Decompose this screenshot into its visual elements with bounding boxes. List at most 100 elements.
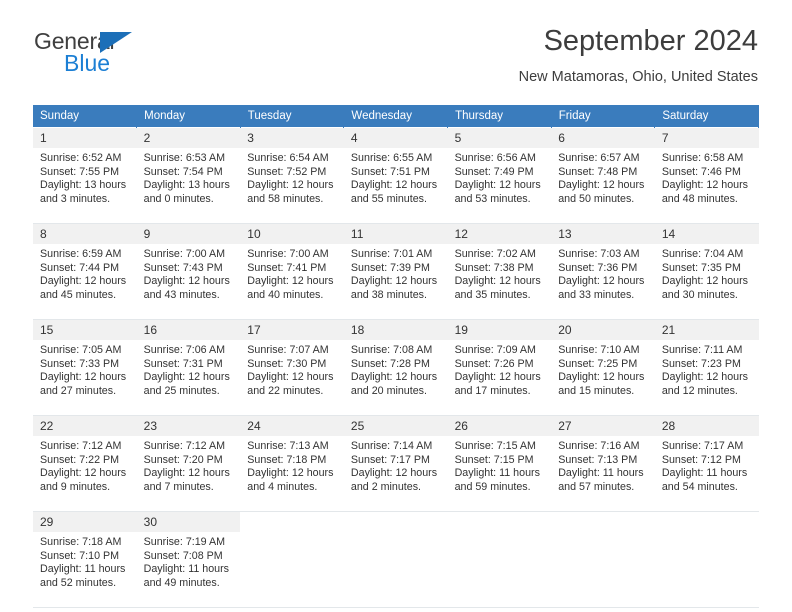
day-daylight-text: Daylight: 13 hours (143, 179, 230, 192)
day-cell[interactable]: Sunrise: 7:06 AM Sunset: 7:31 PM Daylight:… (136, 340, 241, 410)
day-number[interactable]: 7 (654, 127, 759, 148)
day-sunset-text: Sunset: 7:54 PM (143, 165, 223, 178)
day-number[interactable]: 28 (654, 415, 759, 436)
day-number[interactable]: 21 (654, 319, 759, 340)
day-number[interactable]: 10 (240, 223, 344, 244)
day-cell[interactable]: Sunrise: 7:12 AM Sunset: 7:22 PM Daylight:… (33, 436, 137, 506)
day-sunrise-text: Sunrise: 7:05 AM (40, 344, 122, 356)
day-cell[interactable]: Sunrise: 7:09 AM Sunset: 7:26 PM Daylight:… (447, 340, 552, 410)
day-daylight-text: Daylight: 12 hours (247, 467, 334, 480)
day-cell[interactable]: Sunrise: 6:53 AM Sunset: 7:54 PM Daylight:… (136, 148, 241, 218)
day-sunset-text: Sunset: 7:17 PM (350, 453, 430, 466)
day-number[interactable]: 22 (33, 415, 137, 436)
day-daylight-text: and 25 minutes. (143, 384, 220, 397)
day-number[interactable]: 13 (551, 223, 655, 244)
general-blue-logo[interactable]: General Blue (34, 30, 234, 82)
day-cell[interactable]: Sunrise: 7:04 AM Sunset: 7:35 PM Daylight:… (654, 244, 759, 314)
day-number[interactable]: 5 (447, 127, 552, 148)
day-cell-empty (343, 532, 448, 602)
day-sunrise-text: Sunrise: 7:18 AM (40, 536, 122, 548)
day-sunrise-text: Sunrise: 7:14 AM (350, 440, 433, 452)
day-cell[interactable]: Sunrise: 7:03 AM Sunset: 7:36 PM Daylight:… (551, 244, 655, 314)
day-number[interactable]: 8 (33, 223, 137, 244)
day-daylight-text: Daylight: 12 hours (454, 275, 541, 288)
day-sunset-text: Sunset: 7:12 PM (661, 453, 741, 466)
day-number[interactable]: 14 (654, 223, 759, 244)
day-sunset-text: Sunset: 7:15 PM (454, 453, 534, 466)
day-sunset-text: Sunset: 7:31 PM (143, 357, 223, 370)
day-cell[interactable]: Sunrise: 7:19 AM Sunset: 7:08 PM Daylight:… (136, 532, 241, 602)
day-cell[interactable]: Sunrise: 7:17 AM Sunset: 7:12 PM Daylight:… (654, 436, 759, 506)
day-sunset-text: Sunset: 7:13 PM (558, 453, 638, 466)
day-daylight-text: and 38 minutes. (350, 288, 427, 301)
day-number[interactable]: 20 (551, 319, 655, 340)
day-daylight-text: and 54 minutes. (661, 480, 738, 493)
week-info-row: Sunrise: 7:12 AM Sunset: 7:22 PM Daylight:… (33, 436, 759, 506)
day-sunrise-text: Sunrise: 6:53 AM (143, 152, 226, 164)
day-number[interactable]: 9 (136, 223, 241, 244)
day-sunrise-text: Sunrise: 7:01 AM (350, 248, 433, 260)
day-number[interactable]: 3 (240, 127, 344, 148)
day-cell[interactable]: Sunrise: 7:11 AM Sunset: 7:23 PM Daylight:… (654, 340, 759, 410)
weekday-header-thursday: Thursday (447, 105, 552, 128)
day-sunrise-text: Sunrise: 7:04 AM (661, 248, 744, 260)
day-cell[interactable]: Sunrise: 7:16 AM Sunset: 7:13 PM Daylight:… (551, 436, 655, 506)
day-cell[interactable]: Sunrise: 6:56 AM Sunset: 7:49 PM Daylight:… (447, 148, 552, 218)
day-number[interactable]: 25 (343, 415, 448, 436)
day-number[interactable]: 17 (240, 319, 344, 340)
day-daylight-text: and 49 minutes. (143, 576, 220, 589)
day-number[interactable]: 12 (447, 223, 552, 244)
day-sunset-text: Sunset: 7:26 PM (454, 357, 534, 370)
day-daylight-text: and 4 minutes. (247, 480, 318, 493)
day-number[interactable]: 24 (240, 415, 344, 436)
day-cell[interactable]: Sunrise: 6:57 AM Sunset: 7:48 PM Daylight:… (551, 148, 655, 218)
day-number[interactable]: 6 (551, 127, 655, 148)
day-cell[interactable]: Sunrise: 7:18 AM Sunset: 7:10 PM Daylight:… (33, 532, 137, 602)
day-cell[interactable]: Sunrise: 6:55 AM Sunset: 7:51 PM Daylight:… (343, 148, 448, 218)
day-cell[interactable]: Sunrise: 7:15 AM Sunset: 7:15 PM Daylight:… (447, 436, 552, 506)
day-daylight-text: Daylight: 12 hours (558, 275, 645, 288)
day-daylight-text: and 35 minutes. (454, 288, 531, 301)
day-cell[interactable]: Sunrise: 6:58 AM Sunset: 7:46 PM Daylight:… (654, 148, 759, 218)
day-sunrise-text: Sunrise: 6:58 AM (661, 152, 744, 164)
day-cell[interactable]: Sunrise: 7:00 AM Sunset: 7:43 PM Daylight:… (136, 244, 241, 314)
week-info-row: Sunrise: 7:18 AM Sunset: 7:10 PM Daylight:… (33, 532, 759, 602)
day-sunset-text: Sunset: 7:22 PM (40, 453, 120, 466)
day-cell[interactable]: Sunrise: 7:14 AM Sunset: 7:17 PM Daylight:… (343, 436, 448, 506)
day-number[interactable]: 29 (33, 511, 137, 532)
day-number[interactable]: 30 (136, 511, 241, 532)
day-cell[interactable]: Sunrise: 7:12 AM Sunset: 7:20 PM Daylight:… (136, 436, 241, 506)
day-cell[interactable]: Sunrise: 6:52 AM Sunset: 7:55 PM Daylight:… (33, 148, 137, 218)
day-number[interactable]: 19 (447, 319, 552, 340)
day-sunrise-text: Sunrise: 7:16 AM (558, 440, 640, 452)
week-info-row: Sunrise: 6:59 AM Sunset: 7:44 PM Daylight:… (33, 244, 759, 314)
day-number[interactable]: 18 (343, 319, 448, 340)
week-daynumber-row: 15 16 17 18 19 20 21 (33, 319, 759, 340)
day-daylight-text: Daylight: 12 hours (558, 179, 645, 192)
day-cell[interactable]: Sunrise: 7:08 AM Sunset: 7:28 PM Daylight:… (343, 340, 448, 410)
day-sunset-text: Sunset: 7:44 PM (40, 261, 120, 274)
day-number-empty (343, 511, 448, 532)
day-number[interactable]: 26 (447, 415, 552, 436)
day-daylight-text: and 17 minutes. (454, 384, 531, 397)
day-number[interactable]: 16 (136, 319, 241, 340)
day-number[interactable]: 1 (33, 127, 137, 148)
day-number[interactable]: 4 (343, 127, 448, 148)
day-cell[interactable]: Sunrise: 6:59 AM Sunset: 7:44 PM Daylight:… (33, 244, 137, 314)
day-number[interactable]: 27 (551, 415, 655, 436)
day-cell[interactable]: Sunrise: 7:05 AM Sunset: 7:33 PM Daylight:… (33, 340, 137, 410)
page-title: September 2024 (543, 25, 758, 57)
day-number[interactable]: 23 (136, 415, 241, 436)
day-number[interactable]: 11 (343, 223, 448, 244)
day-number-empty (654, 511, 759, 532)
day-daylight-text: Daylight: 12 hours (143, 467, 230, 480)
day-cell[interactable]: Sunrise: 7:10 AM Sunset: 7:25 PM Daylight:… (551, 340, 655, 410)
day-cell[interactable]: Sunrise: 6:54 AM Sunset: 7:52 PM Daylight:… (240, 148, 344, 218)
day-number[interactable]: 2 (136, 127, 241, 148)
day-cell[interactable]: Sunrise: 7:00 AM Sunset: 7:41 PM Daylight:… (240, 244, 344, 314)
day-cell[interactable]: Sunrise: 7:02 AM Sunset: 7:38 PM Daylight:… (447, 244, 552, 314)
day-cell[interactable]: Sunrise: 7:01 AM Sunset: 7:39 PM Daylight:… (343, 244, 448, 314)
day-cell[interactable]: Sunrise: 7:07 AM Sunset: 7:30 PM Daylight:… (240, 340, 344, 410)
day-cell[interactable]: Sunrise: 7:13 AM Sunset: 7:18 PM Daylight:… (240, 436, 344, 506)
day-number[interactable]: 15 (33, 319, 137, 340)
